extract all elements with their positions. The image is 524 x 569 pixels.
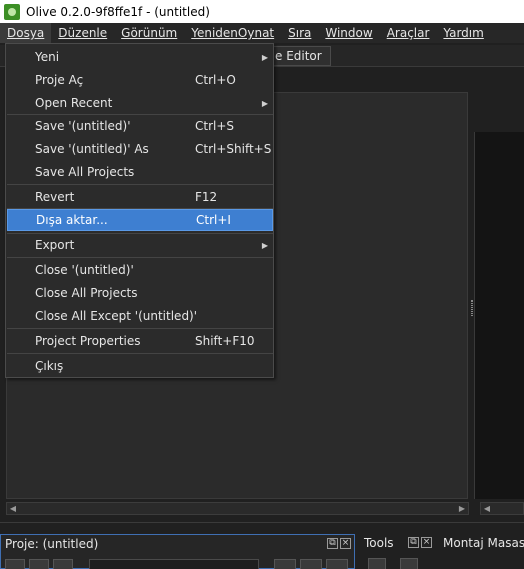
chevron-right-icon: ▶ — [261, 52, 268, 62]
menu-separator — [7, 353, 273, 354]
menu-item-open-recent[interactable]: Open Recent ▶ — [7, 92, 273, 114]
menu-item-close-all[interactable]: Close All Projects — [7, 282, 273, 304]
tab-editor[interactable]: e Editor — [266, 46, 331, 66]
scroll-left-icon[interactable]: ◀ — [7, 503, 19, 514]
project-panel: Proje: (untitled) ⧉ × — [0, 534, 355, 569]
chevron-right-icon: ▶ — [261, 98, 268, 108]
menu-item-save-all[interactable]: Save All Projects — [7, 161, 273, 183]
menu-yardim[interactable]: Yardım — [436, 23, 490, 43]
menu-item-cikis[interactable]: Çıkış — [7, 355, 273, 377]
save-item-button[interactable] — [53, 559, 73, 569]
menu-gorunum[interactable]: Görünüm — [114, 23, 184, 43]
menu-item-project-properties[interactable]: Project Properties Shift+F10 — [7, 330, 273, 352]
menu-item-disa-aktar[interactable]: Dışa aktar... Ctrl+I — [7, 209, 273, 231]
tools-panel: Tools ⧉ × — [360, 534, 434, 569]
list-view-button[interactable] — [274, 559, 296, 569]
menu-duzenle[interactable]: Düzenle — [51, 23, 114, 43]
menu-window[interactable]: Window — [318, 23, 379, 43]
menu-item-close-all-except[interactable]: Close All Except '(untitled)' — [7, 305, 273, 327]
icon-view-button[interactable] — [300, 559, 322, 569]
menu-item-revert[interactable]: Revert F12 — [7, 186, 273, 208]
close-panel-icon[interactable]: × — [421, 537, 432, 548]
horizontal-scrollbar[interactable]: ◀ ▶ — [6, 502, 469, 515]
menu-sira[interactable]: Sıra — [281, 23, 318, 43]
menu-bar: Dosya Düzenle Görünüm YenidenOynat Sıra … — [0, 23, 524, 43]
file-menu-dropdown: Yeni ▶ Proje Aç Ctrl+O Open Recent ▶ Sav… — [5, 43, 274, 378]
viewer-panel-right — [474, 132, 524, 499]
pointer-tool-button[interactable] — [368, 558, 386, 569]
timeline-panel: Montaj Masası: — [440, 534, 524, 569]
horizontal-scrollbar-right[interactable]: ◀ — [480, 502, 524, 515]
menu-separator — [7, 184, 273, 185]
close-panel-icon[interactable]: × — [340, 538, 351, 549]
chevron-right-icon: ▶ — [261, 240, 268, 250]
timeline-panel-title: Montaj Masası: — [443, 536, 524, 550]
divider — [0, 522, 524, 523]
scroll-right-icon[interactable]: ▶ — [456, 503, 468, 514]
new-item-button[interactable] — [5, 559, 25, 569]
search-input[interactable] — [89, 559, 259, 569]
menu-dosya[interactable]: Dosya — [0, 23, 52, 43]
menu-item-export[interactable]: Export ▶ — [7, 234, 273, 256]
float-panel-icon[interactable]: ⧉ — [327, 538, 338, 549]
title-bar: Olive 0.2.0-9f8ffe1f - (untitled) — [0, 0, 524, 23]
tools-panel-title: Tools — [364, 536, 394, 550]
menu-araclar[interactable]: Araçlar — [380, 23, 437, 43]
menu-item-proje-ac[interactable]: Proje Aç Ctrl+O — [7, 69, 273, 91]
float-panel-icon[interactable]: ⧉ — [408, 537, 419, 548]
menu-separator — [7, 257, 273, 258]
window-title: Olive 0.2.0-9f8ffe1f - (untitled) — [26, 4, 210, 19]
menu-item-save-as[interactable]: Save '(untitled)' As Ctrl+Shift+S — [7, 138, 273, 160]
olive-app-icon — [4, 3, 20, 20]
menu-item-close[interactable]: Close '(untitled)' — [7, 259, 273, 281]
edit-tool-button[interactable] — [400, 558, 418, 569]
open-item-button[interactable] — [29, 559, 49, 569]
scroll-left-icon[interactable]: ◀ — [481, 503, 493, 514]
tree-view-button[interactable] — [326, 559, 348, 569]
splitter-handle[interactable] — [471, 300, 473, 316]
project-panel-title: Proje: (untitled) — [5, 537, 99, 551]
menu-separator — [7, 328, 273, 329]
menu-item-save[interactable]: Save '(untitled)' Ctrl+S — [7, 115, 273, 137]
menu-item-yeni[interactable]: Yeni ▶ — [7, 46, 273, 68]
menu-yenidenoynat[interactable]: YenidenOynat — [184, 23, 281, 43]
